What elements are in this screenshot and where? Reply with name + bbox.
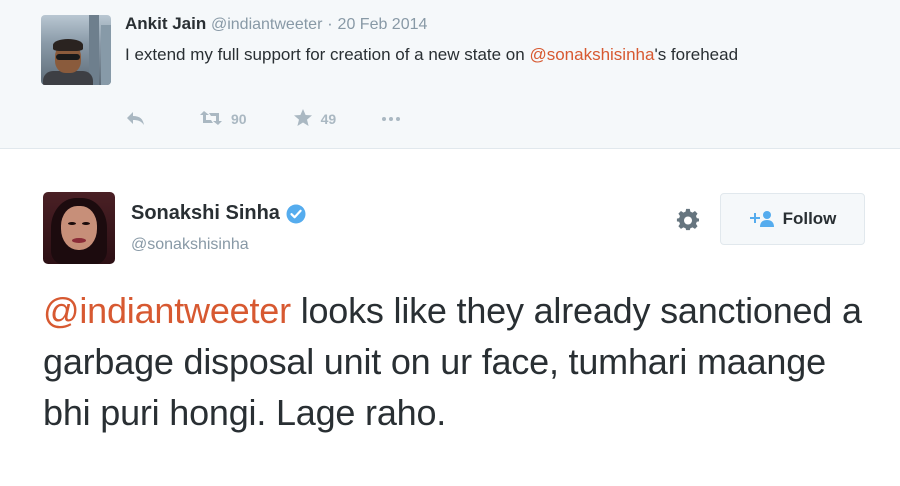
favorite-button[interactable]: 49 xyxy=(293,108,337,130)
favorite-count: 49 xyxy=(320,111,337,127)
main-tweet-text: @indiantweeter looks like they already s… xyxy=(43,285,863,438)
follow-label: Follow xyxy=(782,209,837,228)
follow-button[interactable]: Follow xyxy=(720,193,865,245)
mention-link[interactable]: @indiantweeter xyxy=(43,290,291,331)
avatar[interactable] xyxy=(43,192,115,264)
mention-link[interactable]: @sonakshisinha xyxy=(529,45,654,64)
tweet-text-part: I extend my full support for creation of… xyxy=(125,45,530,64)
author-handle[interactable]: @sonakshisinha xyxy=(131,236,249,254)
favorite-icon xyxy=(293,108,313,130)
author-handle[interactable]: @indiantweeter xyxy=(211,16,322,33)
tweet-text-part: 's forehead xyxy=(654,45,739,64)
more-icon xyxy=(382,117,401,121)
author-name[interactable]: Sonakshi Sinha xyxy=(131,202,280,225)
more-button[interactable] xyxy=(382,117,401,121)
parent-tweet-text: I extend my full support for creation of… xyxy=(125,42,825,68)
avatar[interactable] xyxy=(41,15,111,85)
tweet-date[interactable]: 20 Feb 2014 xyxy=(338,16,428,33)
parent-tweet: Ankit Jain @indiantweeter · 20 Feb 2014 … xyxy=(0,0,900,149)
follow-person-icon xyxy=(749,211,774,227)
author-name[interactable]: Ankit Jain xyxy=(125,14,206,33)
reply-button[interactable] xyxy=(125,110,153,129)
retweet-count: 90 xyxy=(231,111,247,127)
verified-icon xyxy=(286,204,306,223)
reply-icon xyxy=(125,110,145,129)
retweet-button[interactable]: 90 xyxy=(199,110,247,129)
separator: · xyxy=(327,14,333,33)
parent-tweet-header: Ankit Jain @indiantweeter · 20 Feb 2014 xyxy=(125,14,427,34)
retweet-icon xyxy=(199,110,223,129)
tweet-actions: 90 49 xyxy=(125,108,446,130)
author-name-row: Sonakshi Sinha xyxy=(131,202,306,225)
gear-icon[interactable] xyxy=(676,208,700,232)
